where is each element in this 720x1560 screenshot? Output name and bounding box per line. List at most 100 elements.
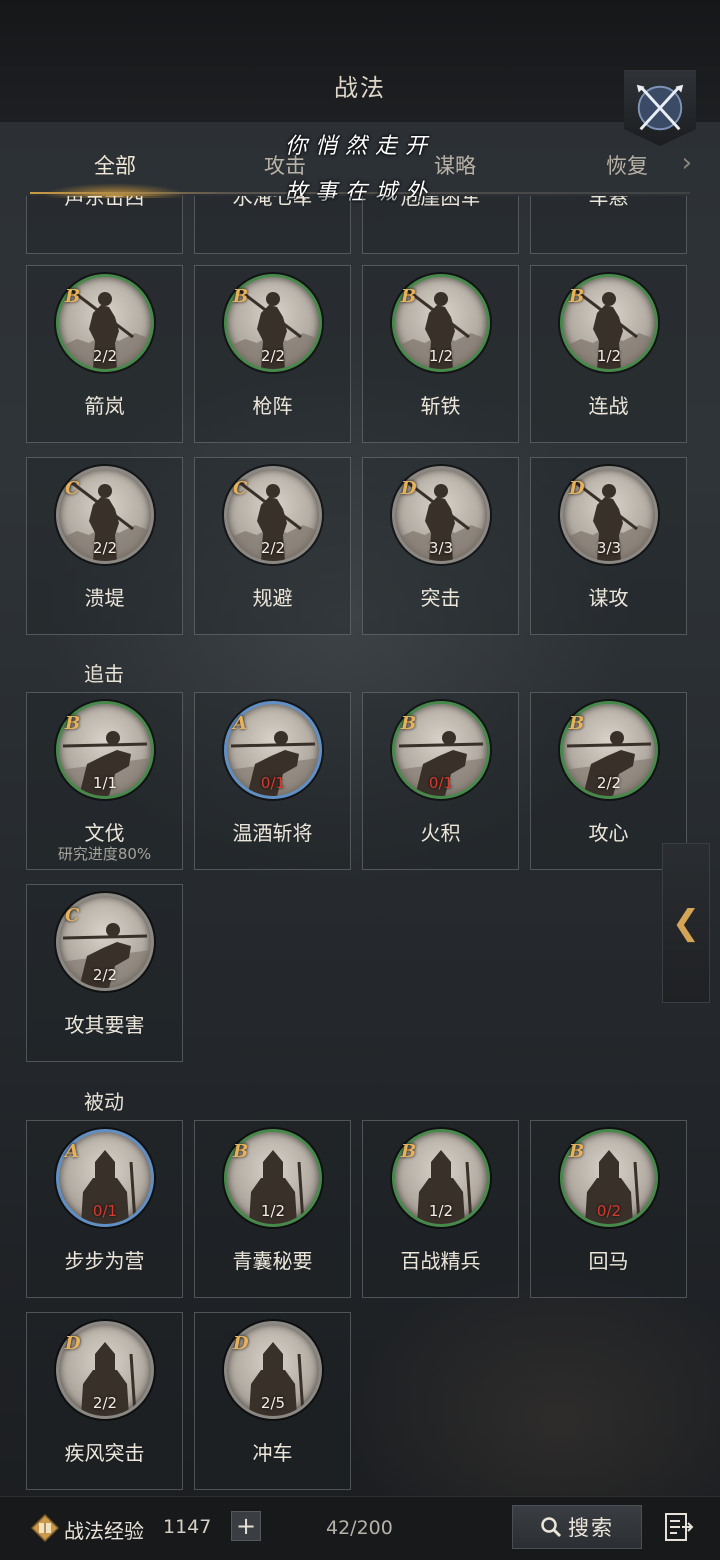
tactic-card[interactable]: 2/2 B 箭岚 (26, 265, 183, 443)
search-label: 搜索 (568, 1516, 614, 1540)
tactics-list[interactable]: 声东击西 水淹七军 危崖困军 车悬 追击 被动 2/2 B 箭岚 2/2 B 枪阵 1/2 B… (0, 196, 720, 1496)
tactic-name: 青囊秘要 (232, 1249, 313, 1273)
tactic-name: 车悬 (588, 196, 629, 209)
list-exit-icon[interactable] (664, 1511, 694, 1543)
tactic-name: 水淹七军 (232, 196, 313, 209)
tab-recovery[interactable]: 恢复 (552, 140, 702, 192)
tactic-name: 文伐 (84, 821, 125, 845)
tactic-name: 攻心 (588, 821, 629, 845)
tactic-card[interactable]: 1/2 B 连战 (530, 265, 687, 443)
tactic-card[interactable]: 1/2 B 斩铁 (362, 265, 519, 443)
tactic-card[interactable]: 3/3 D 突击 (362, 457, 519, 635)
chevron-left-icon: ❮ (671, 903, 701, 943)
tactic-count: 0/2 (596, 1202, 622, 1220)
tactic-card[interactable]: 1/2 B 青囊秘要 (194, 1120, 351, 1298)
tactic-card[interactable]: 0/1 A 温酒斩将 (194, 692, 351, 870)
tactic-card[interactable]: 0/1 B 火积 (362, 692, 519, 870)
search-button[interactable]: 搜索 (512, 1505, 642, 1549)
section-title-passive: 被动 (84, 1090, 124, 1114)
tactic-grade: D (65, 1333, 81, 1354)
tactic-name: 冲车 (252, 1441, 293, 1465)
tactic-name: 步步为营 (64, 1249, 145, 1273)
side-panel-toggle[interactable]: ❮ (662, 843, 710, 1003)
tactic-grade: C (65, 478, 80, 499)
tactic-name: 溃堤 (84, 586, 125, 610)
tactic-name: 百战精兵 (400, 1249, 481, 1273)
tactic-count: 1/2 (260, 1202, 286, 1220)
tactic-count: 0/1 (260, 774, 286, 792)
exp-book-icon (30, 1513, 60, 1543)
tactic-card[interactable]: 0/2 B 回马 (530, 1120, 687, 1298)
tactic-name: 回马 (588, 1249, 629, 1273)
tactic-name: 斩铁 (420, 394, 461, 418)
tab-all[interactable]: 全部 (40, 140, 190, 192)
tactic-card[interactable]: 2/5 D 冲车 (194, 1312, 351, 1490)
tactic-card[interactable]: 3/3 D 谋攻 (530, 457, 687, 635)
tactic-count: 1/2 (428, 1202, 454, 1220)
tactic-card[interactable]: 2/2 C 攻其要害 (26, 884, 183, 1062)
tactic-count: 2/2 (260, 347, 286, 365)
close-button[interactable] (624, 70, 696, 146)
tactic-count: 2/5 (260, 1394, 286, 1412)
tactic-card[interactable]: 2/2 D 疾风突击 (26, 1312, 183, 1490)
tactic-name: 攻其要害 (64, 1013, 145, 1037)
tactics-screen: 战法 全部 攻击 谋略 恢复 › 你悄然走开 故事在城外 声东击西 水淹七军 危… (0, 0, 720, 1560)
tactic-grade: B (65, 713, 81, 734)
tactic-grade: C (65, 905, 80, 926)
tactic-grade: B (233, 286, 249, 307)
tactic-grade: B (65, 286, 81, 307)
tactic-count: 3/3 (428, 539, 454, 557)
tactic-grade: A (65, 1141, 79, 1162)
tactic-grade: D (233, 1333, 249, 1354)
tactic-name: 规避 (252, 586, 293, 610)
tactic-card[interactable]: 水淹七军 (194, 196, 351, 254)
tactic-count: 2/2 (92, 1394, 118, 1412)
tactic-count: 3/3 (596, 539, 622, 557)
tactic-grade: B (401, 286, 417, 307)
exp-label: 战法经验 (64, 1519, 144, 1543)
tactic-count: 2/2 (92, 539, 118, 557)
tactic-count: 2/2 (92, 966, 118, 984)
tactic-card[interactable]: 2/2 C 规避 (194, 457, 351, 635)
tactic-name: 火积 (420, 821, 461, 845)
tactic-grade: B (233, 1141, 249, 1162)
tactic-name: 箭岚 (84, 394, 125, 418)
tactic-grade: A (233, 713, 247, 734)
tactic-count: 2/2 (260, 539, 286, 557)
tactic-name: 声东击西 (64, 196, 145, 209)
tactic-count: 1/1 (92, 774, 118, 792)
tactic-card[interactable]: 声东击西 (26, 196, 183, 254)
tab-scroll-right-icon[interactable]: › (682, 148, 692, 178)
tactic-grade: B (569, 713, 585, 734)
tactic-grade: B (569, 1141, 585, 1162)
tactic-card[interactable]: 0/1 A 步步为营 (26, 1120, 183, 1298)
tactic-name: 危崖困军 (400, 196, 481, 209)
tactic-count: 1/2 (596, 347, 622, 365)
section-title-pursuit: 追击 (84, 662, 124, 686)
header-bar: 战法 (0, 0, 720, 122)
tactic-name: 谋攻 (588, 586, 629, 610)
tactic-grade: B (569, 286, 585, 307)
tactic-card[interactable]: 车悬 (530, 196, 687, 254)
add-exp-button[interactable]: + (231, 1511, 261, 1541)
tactic-grade: D (401, 478, 417, 499)
tactic-count: 0/1 (92, 1202, 118, 1220)
footer-bar: 战法经验 1147 + 42/200 搜索 (0, 1496, 720, 1560)
tactic-card[interactable]: 1/2 B 百战精兵 (362, 1120, 519, 1298)
tactic-grade: C (233, 478, 248, 499)
tactic-name: 疾风突击 (64, 1441, 145, 1465)
tactic-name: 连战 (588, 394, 629, 418)
overlay-text-line1: 你悄然走开 (284, 134, 435, 159)
tactic-card[interactable]: 危崖困军 (362, 196, 519, 254)
tactic-card[interactable]: 2/2 B 枪阵 (194, 265, 351, 443)
tactic-name: 枪阵 (252, 394, 293, 418)
tactic-card[interactable]: 1/1 B 文伐 研究进度80% (26, 692, 183, 870)
tactic-count: 2/2 (596, 774, 622, 792)
crossed-swords-icon (636, 84, 684, 131)
tactic-capacity: 42/200 (326, 1517, 393, 1539)
tactic-card[interactable]: 2/2 C 溃堤 (26, 457, 183, 635)
page-title: 战法 (334, 74, 386, 102)
tactic-name: 温酒斩将 (232, 821, 313, 845)
exp-value: 1147 (163, 1516, 212, 1538)
tactic-count: 2/2 (92, 347, 118, 365)
